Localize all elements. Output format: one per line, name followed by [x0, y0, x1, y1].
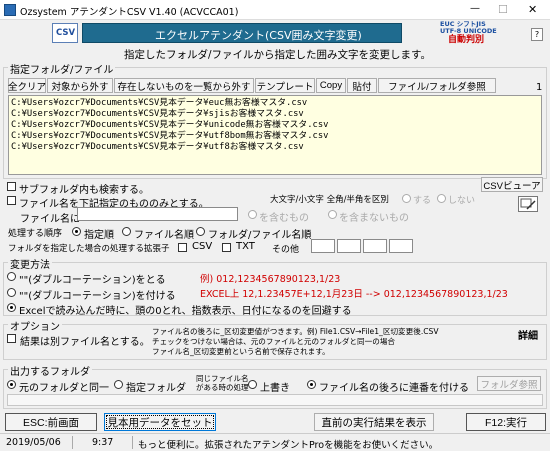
- contains-label: を含むもの: [259, 213, 309, 224]
- not-contains-radio[interactable]: [328, 210, 337, 219]
- list-item[interactable]: C:¥Users¥ozcr7¥Documents¥CSV見本データ¥utf8bo…: [11, 131, 539, 142]
- output-specified-label: 指定フォルダ: [126, 383, 186, 394]
- list-item[interactable]: C:¥Users¥ozcr7¥Documents¥CSV見本データ¥utf8お客…: [11, 142, 539, 153]
- status-message: もっと便利に。拡張されたアテンダントProを機能をお使いください。: [138, 440, 439, 451]
- case-yes-radio[interactable]: [402, 194, 411, 203]
- example-line-1: 例) 012,1234567890123,1/23: [200, 274, 341, 285]
- separate-file-checkbox[interactable]: [7, 334, 16, 343]
- show-previous-result-button[interactable]: 直前の実行結果を表示: [314, 413, 434, 431]
- serial-label: ファイル名の後ろに連番を付ける: [319, 383, 469, 394]
- remove-quotes-label: ""(ダブルコーテーション)をとる: [19, 275, 166, 286]
- list-item[interactable]: C:¥Users¥ozcr7¥Documents¥CSV見本データ¥euc無お客…: [11, 98, 539, 109]
- set-sample-data-button[interactable]: 見本用データをセット: [104, 413, 216, 431]
- case-label: 大文字/小文字 全角/半角を区別: [270, 195, 389, 205]
- serial-radio[interactable]: [307, 380, 316, 389]
- list-item[interactable]: C:¥Users¥ozcr7¥Documents¥CSV見本データ¥sjisお客…: [11, 109, 539, 120]
- ext-txt-checkbox[interactable]: [222, 243, 231, 252]
- ext-other-label: その他: [272, 245, 300, 255]
- copy-button[interactable]: Copy: [316, 78, 346, 93]
- remove-quotes-radio[interactable]: [7, 272, 16, 281]
- order-filename-label: ファイル名順: [134, 230, 194, 241]
- paste-button[interactable]: 貼付: [347, 78, 377, 93]
- ext-other-input-3[interactable]: [363, 239, 387, 253]
- page-title: エクセルアテンダント(CSV囲み文字変更): [155, 29, 362, 42]
- window-title: Ozsystem アテンダントCSV V1.40 (ACVCCA01): [20, 7, 239, 18]
- order-folder-radio[interactable]: [196, 227, 205, 236]
- status-bar: 2019/05/06 9:37 もっと便利に。拡張されたアテンダントProを機能…: [0, 433, 550, 451]
- order-specified-label: 指定順: [84, 230, 114, 241]
- ext-other-input-1[interactable]: [311, 239, 335, 253]
- output-same-radio[interactable]: [7, 380, 16, 389]
- overwrite-radio[interactable]: [248, 380, 257, 389]
- file-list[interactable]: C:¥Users¥ozcr7¥Documents¥CSV見本データ¥euc無お客…: [8, 95, 542, 175]
- csv-viewer-button[interactable]: CSVビューア: [481, 177, 543, 192]
- csv-file-icon: CSV: [52, 23, 78, 43]
- excel-avoid-radio[interactable]: [7, 303, 16, 312]
- browse-file-folder-button[interactable]: ファイル/フォルダ参照: [378, 78, 496, 93]
- dup-label-2: がある時の処理: [196, 383, 249, 392]
- clear-all-button[interactable]: 全クリア: [8, 78, 46, 93]
- option-group-label: オプション: [8, 318, 62, 333]
- ext-txt-label: TXT: [236, 241, 255, 252]
- ext-csv-label: CSV: [192, 241, 213, 252]
- header-title-bar: エクセルアテンダント(CSV囲み文字変更): [82, 23, 402, 43]
- detail-link[interactable]: 詳細: [518, 327, 538, 342]
- subtitle: 指定したフォルダ/ファイルから指定した囲み文字を変更します。: [124, 49, 431, 61]
- output-folder-input[interactable]: [7, 394, 543, 406]
- output-group-label: 出力するフォルダ: [8, 363, 92, 378]
- order-specified-radio[interactable]: [72, 227, 81, 236]
- case-no-radio[interactable]: [437, 194, 446, 203]
- filename-label: ファイル名に: [20, 214, 80, 225]
- status-time: 9:37: [92, 437, 114, 448]
- output-same-label: 元のフォルダと同一: [19, 383, 109, 394]
- ext-label: フォルダを指定した場合の処理する拡張子: [8, 244, 170, 254]
- app-icon: [4, 4, 16, 16]
- method-group-label: 変更方法: [8, 256, 52, 271]
- file-count: 1: [536, 82, 543, 93]
- excel-avoid-label: Excelで読み込んだ時に、頭の0とれ、指数表示、日付になるのを回避する: [19, 306, 352, 317]
- title-bar: Ozsystem アテンダントCSV V1.40 (ACVCCA01) — ☐ …: [0, 0, 550, 20]
- run-button[interactable]: F12:実行: [466, 413, 546, 431]
- list-item[interactable]: C:¥Users¥ozcr7¥Documents¥CSV見本データ¥unicod…: [11, 120, 539, 131]
- help-icon[interactable]: ?: [531, 28, 543, 41]
- maximize-button[interactable]: ☐: [498, 3, 508, 16]
- remove-from-target-button[interactable]: 対象から外す: [47, 78, 113, 93]
- subfolder-checkbox[interactable]: [7, 182, 16, 191]
- order-filename-radio[interactable]: [122, 227, 131, 236]
- minimize-button[interactable]: —: [470, 3, 480, 14]
- ext-other-input-2[interactable]: [337, 239, 361, 253]
- filename-filter-checkbox[interactable]: [7, 196, 16, 205]
- edit-icon[interactable]: [518, 196, 538, 212]
- folder-ref-button[interactable]: フォルダ参照: [477, 376, 541, 391]
- remove-missing-button[interactable]: 存在しないものを一覧から外す: [114, 78, 254, 93]
- contains-radio[interactable]: [248, 210, 257, 219]
- separate-file-label: 結果は別ファイル名とする。: [20, 337, 150, 348]
- add-quotes-label: ""(ダブルコーテーション)を付ける: [19, 291, 176, 302]
- folder-group-label: 指定フォルダ/ファイル: [8, 61, 116, 76]
- order-folder-label: フォルダ/ファイル名順: [208, 230, 312, 241]
- ext-csv-checkbox[interactable]: [178, 243, 187, 252]
- case-yes-label: する: [413, 196, 432, 206]
- encoding-brand: EUC シフトJIS UTF-8 UNICODE 自動判別: [440, 20, 497, 46]
- template-button[interactable]: テンプレート: [255, 78, 315, 93]
- close-button[interactable]: ✕: [528, 3, 537, 16]
- ext-other-input-4[interactable]: [389, 239, 413, 253]
- filename-input[interactable]: [77, 207, 238, 221]
- not-contains-label: を含まないもの: [339, 213, 409, 224]
- option-desc-3: ファイル名_区切変更前という名前で保存されます。: [152, 347, 330, 356]
- status-date: 2019/05/06: [6, 437, 61, 448]
- subfolder-label: サブフォルダ内も検索する。: [19, 185, 149, 196]
- add-quotes-radio[interactable]: [7, 288, 16, 297]
- output-specified-radio[interactable]: [114, 380, 123, 389]
- overwrite-label: 上書き: [260, 383, 290, 394]
- order-label: 処理する順序: [8, 229, 63, 239]
- example-line-2: EXCEL上 12,1.23457E+12,1月23日 --> 012,1234…: [200, 289, 508, 300]
- esc-back-button[interactable]: ESC:前画面: [5, 413, 97, 431]
- case-no-label: しない: [448, 196, 476, 206]
